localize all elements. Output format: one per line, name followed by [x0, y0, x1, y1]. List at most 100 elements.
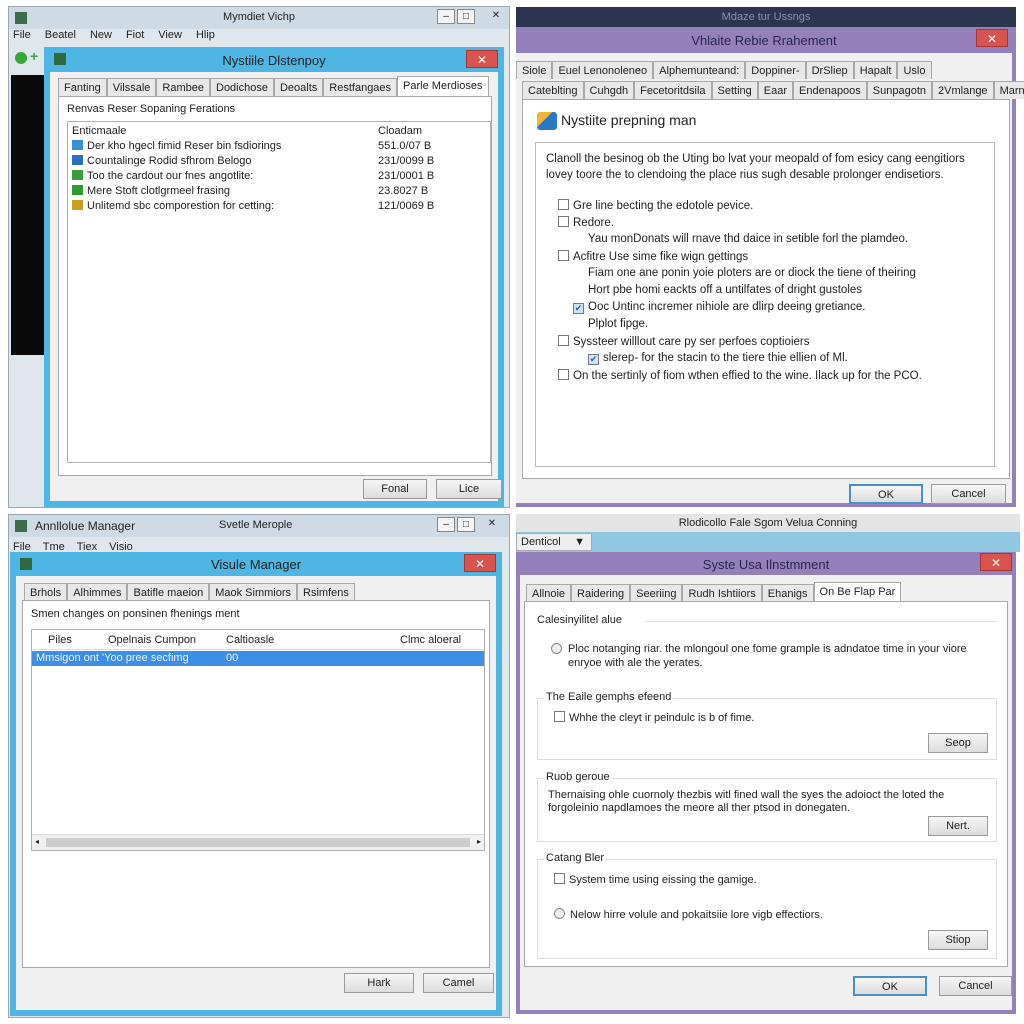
cancel-button[interactable]: Cancel	[931, 484, 1006, 504]
scrollbar-thumb[interactable]	[46, 838, 470, 847]
tab-marnis[interactable]: Marnis	[993, 81, 1024, 99]
back-icon[interactable]	[15, 52, 27, 64]
list-item[interactable]: Countalinge Rodid sfhrom Belogo	[72, 155, 252, 167]
tab-dodichose[interactable]: Dodichose	[210, 78, 274, 96]
camel-button[interactable]: Camel	[423, 973, 494, 993]
scroll-right-icon[interactable]: ▸	[477, 837, 481, 846]
checkbox-option[interactable]: ✔ slerep- for the stacin to the tiere thi…	[588, 352, 848, 365]
tab-alphemunteand[interactable]: Alphemunteand:	[653, 61, 746, 79]
fonal-button[interactable]: Fonal	[363, 479, 427, 499]
checkbox[interactable]	[554, 711, 565, 722]
table-row-selected[interactable]: Mmsigon ont 'Yoo pree secfimg 00	[32, 651, 484, 666]
close-button[interactable]: ✕	[976, 29, 1008, 47]
list-item[interactable]: Mere Stoft clotlgrmeel frasing	[72, 185, 230, 197]
seop-button[interactable]: Seop	[928, 733, 988, 753]
tab-allnoie[interactable]: Allnoie	[526, 584, 572, 602]
checkbox[interactable]: ✔	[588, 354, 599, 365]
lice-button[interactable]: Lice	[436, 479, 502, 499]
menu-help[interactable]: Hlip	[196, 29, 215, 41]
tab-brhols[interactable]: Brhols	[24, 583, 68, 601]
tab-on-be-flap-par[interactable]: On Be Flap Par	[813, 582, 902, 602]
checkbox[interactable]: ✔	[573, 303, 584, 314]
checkbox[interactable]	[558, 199, 569, 210]
maximize-button[interactable]: □	[457, 517, 475, 532]
file-list[interactable]: Enticmaale Cloadam Der kho hgecl fimid R…	[67, 121, 491, 463]
tab-sunpagotn[interactable]: Sunpagotn	[866, 81, 933, 99]
view-dropdown[interactable]: Denticol ▼	[516, 533, 592, 551]
radio-button[interactable]	[551, 643, 562, 654]
item-list[interactable]: Piles Opelnais Cumpon Caltioasle Clmc al…	[31, 629, 485, 851]
tab-seeriing[interactable]: Seeriing	[630, 584, 683, 602]
tab-siole[interactable]: Siole	[516, 61, 553, 79]
scroll-left-icon[interactable]: ◂	[35, 837, 39, 846]
tab-fecetoritdsila[interactable]: Fecetoritdsila	[634, 81, 712, 99]
list-item[interactable]: Unlitemd sbc comporestion for cetting:	[72, 200, 274, 212]
close-button[interactable]: ✕	[980, 553, 1012, 571]
close-button[interactable]: ✕	[466, 50, 498, 68]
checkbox[interactable]	[558, 216, 569, 227]
tab-cateblting[interactable]: Cateblting	[522, 81, 584, 99]
checkbox-option[interactable]: Gre line becting the edotole pevice.	[558, 199, 753, 212]
tab-parle-merdioses[interactable]: Parle Merdioses	[397, 76, 489, 96]
checkbox[interactable]	[554, 873, 565, 884]
add-icon[interactable]: +	[30, 48, 38, 64]
checkbox-option[interactable]: Acfitre Use sime fike wign gettings	[558, 250, 748, 263]
tab-alhimmes[interactable]: Alhimmes	[67, 583, 128, 601]
radio-option[interactable]: Ploc notanging riar. the mlongoul one fo…	[551, 642, 973, 670]
close-button[interactable]: ✕	[487, 9, 505, 24]
tab-drsliep[interactable]: DrSliep	[805, 61, 854, 79]
checkbox-option[interactable]: On the sertinly of fiom wthen effied to …	[558, 369, 922, 382]
checkbox-option[interactable]: ✔ Ooc Untinc incremer nihiole are dlirp d…	[573, 301, 865, 314]
tab-cuhgdh[interactable]: Cuhgdh	[583, 81, 635, 99]
column-header-size[interactable]: Cloadam	[378, 125, 422, 137]
list-item[interactable]: Der kho hgecl fimid Reser bin fsdiorings	[72, 140, 281, 152]
tab-ehanigs[interactable]: Ehanigs	[761, 584, 814, 602]
checkbox[interactable]	[558, 335, 569, 346]
tab-batifle-maeion[interactable]: Batifle maeion	[127, 583, 210, 601]
cancel-button[interactable]: Cancel	[939, 976, 1012, 996]
hark-button[interactable]: Hark	[344, 973, 414, 993]
horizontal-scrollbar[interactable]: ◂ ▸	[32, 834, 484, 850]
tab-2vmlange[interactable]: 2Vmlange	[932, 81, 994, 99]
column-header-name[interactable]: Enticmaale	[72, 125, 126, 137]
checkbox[interactable]	[558, 250, 569, 261]
maximize-button[interactable]: □	[457, 9, 475, 24]
tab-eaar[interactable]: Eaar	[757, 81, 794, 99]
tab-maok-simmiors[interactable]: Maok Simmiors	[209, 583, 297, 601]
ok-button[interactable]: OK	[853, 976, 927, 996]
menu-fiot[interactable]: Fiot	[126, 29, 144, 41]
tab-raidering[interactable]: Raidering	[571, 584, 631, 602]
tab-setting[interactable]: Setting	[711, 81, 758, 99]
menu-view[interactable]: View	[158, 29, 182, 41]
tab-rsimfens[interactable]: Rsimfens	[297, 583, 355, 601]
menu-file[interactable]: File	[13, 29, 31, 41]
column-header-caltioasle[interactable]: Caltioasle	[226, 634, 274, 646]
radio-option[interactable]: Nelow hirre volule and pokaitsiie lore v…	[554, 908, 823, 921]
column-header-component[interactable]: Opelnais Cumpon	[108, 634, 196, 646]
tab-endenapoos[interactable]: Endenapoos	[793, 81, 867, 99]
checkbox-option[interactable]: Whhe the cleyt ir peindulc is b of fime.	[554, 711, 754, 724]
tab-rambee[interactable]: Rambee	[156, 78, 210, 96]
column-header-clmc[interactable]: Clmc aloeral	[400, 634, 461, 646]
tab-doppiner[interactable]: Doppiner-	[745, 61, 806, 79]
tab-restfangaes[interactable]: Restfangaes	[323, 78, 398, 96]
list-item[interactable]: Too the cardout our fnes angotlite:	[72, 170, 253, 182]
tab-rudh-ishtiiors[interactable]: Rudh Ishtiiors	[682, 584, 762, 602]
tab-hapalt[interactable]: Hapalt	[853, 61, 898, 79]
checkbox-option[interactable]: Syssteer willlout care py ser perfoes co…	[558, 335, 810, 348]
tab-uslo[interactable]: Uslo	[897, 61, 932, 79]
checkbox-option[interactable]: System time using eissing the gamige.	[554, 873, 757, 886]
column-header-piles[interactable]: Piles	[48, 634, 72, 646]
next-button[interactable]: Nert.	[928, 816, 988, 836]
ok-button[interactable]: OK	[849, 484, 923, 504]
menu-beatel[interactable]: Beatel	[45, 29, 76, 41]
minimize-button[interactable]: –	[437, 9, 455, 24]
menu-new[interactable]: New	[90, 29, 112, 41]
stop-button[interactable]: Stiop	[928, 930, 988, 950]
tab-deoalts[interactable]: Deoalts	[273, 78, 324, 96]
close-button[interactable]: ✕	[464, 554, 496, 572]
tab-euel[interactable]: Euel Lenonoleneo	[552, 61, 654, 79]
tab-vilssale[interactable]: Vilssale	[106, 78, 157, 96]
minimize-button[interactable]: –	[437, 517, 455, 532]
radio-button[interactable]	[554, 908, 565, 919]
